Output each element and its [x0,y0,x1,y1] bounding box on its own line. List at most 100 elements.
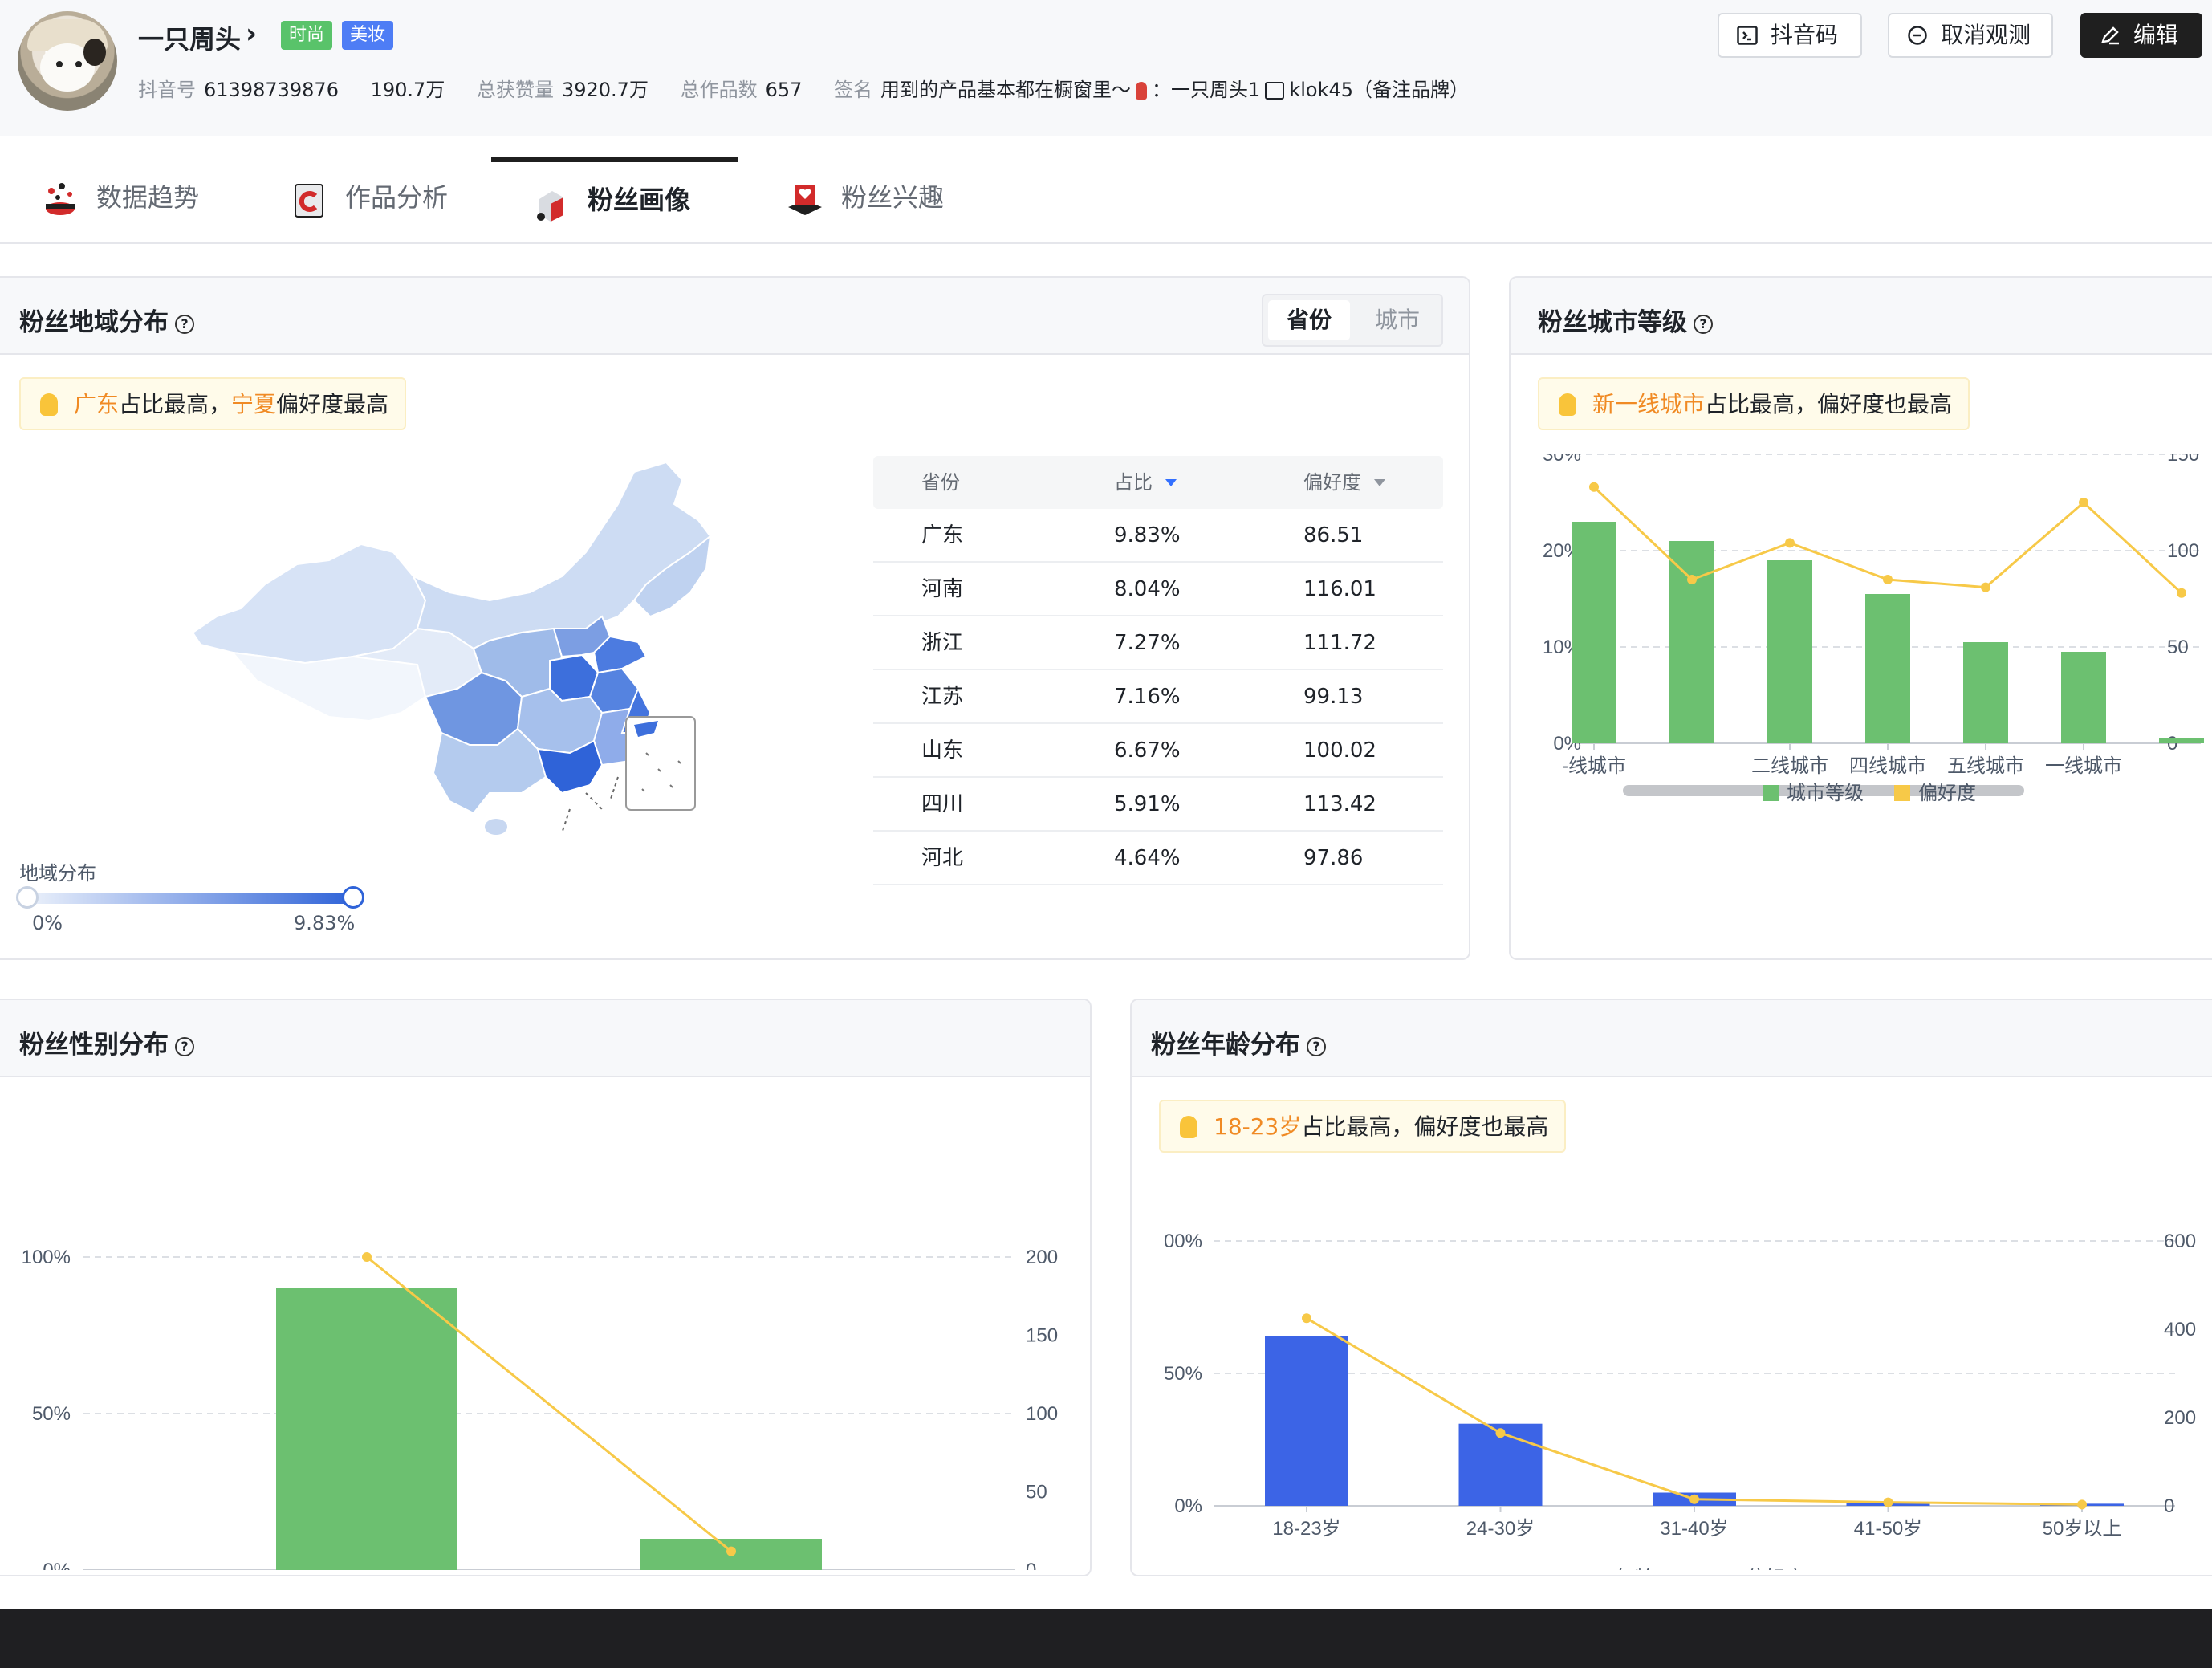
gender-chart[interactable]: 0%50%100%050100150200女男性别偏好度 [0,1088,1092,1570]
column-preference[interactable]: 偏好度 [1303,456,1385,509]
sort-desc-icon[interactable] [1165,479,1177,486]
cell-preference: 111.72 [1303,631,1376,655]
y-right-tick-label: 0 [2164,1495,2174,1517]
tab-fans-interest[interactable]: 粉丝兴趣 [745,157,1002,242]
preference-point [362,1252,372,1262]
help-icon[interactable]: ? [175,1037,194,1056]
legend-label: 偏好度 [1746,1568,1804,1570]
map-region[interactable] [485,819,507,835]
card-title-text: 粉丝年龄分布 [1151,1031,1300,1060]
table-row[interactable]: 山东 6.67% 100.02 [873,724,1443,778]
tag-fashion: 时尚 [281,21,333,50]
province-table: 省份 占比 偏好度 广东 9.83% 86.51 河南 8.04% 116.01 浙江 7.2… [873,456,1443,885]
insight-tip: 18-23岁占比最高，偏好度也最高 [1159,1100,1567,1153]
cell-preference: 99.13 [1303,685,1364,709]
segment-city[interactable]: 城市 [1356,300,1438,340]
preference-point [1302,1313,1311,1324]
preference-point [2177,588,2186,598]
age-chart[interactable]: 0% 50% 00% 0 200 400 600 18-23岁 24-30岁 31-40岁 41-5… [1132,1153,2212,1570]
preference-point [726,1546,736,1556]
tip-text: 占比最高，偏好度也最高 [1705,391,1953,417]
map-region[interactable] [411,461,712,650]
table-row[interactable]: 河北 4.64% 97.86 [873,832,1443,885]
cell-preference: 116.01 [1303,577,1376,601]
douyin-id: 61398739876 [204,79,339,101]
legend-label: 年龄 [1615,1568,1653,1570]
china-map[interactable] [185,456,714,841]
x-tick-label: 18-23岁 [1272,1518,1340,1540]
cell-preference: 100.02 [1303,738,1376,763]
table-row[interactable]: 四川 5.91% 113.42 [873,778,1443,832]
tip-text: 偏好度最高 [276,391,389,417]
legend-min-value: 0% [32,912,63,934]
y-right-tick-label: 50 [2167,637,2189,658]
segment-province[interactable]: 省份 [1268,300,1350,340]
card-header: 粉丝年龄分布? [1132,1000,2212,1077]
table-row[interactable]: 江苏 7.16% 99.13 [873,670,1443,724]
bar [1572,522,1616,743]
sort-icon[interactable] [1374,479,1385,486]
bar [1265,1336,1348,1506]
legend-label: 偏好度 [1918,783,1976,804]
profile-name[interactable]: 一只周头 [138,19,241,56]
tip-text: 占比最高， [119,391,232,417]
x-tick-label: 二线城市 [1751,755,1828,777]
douyin-qr-button[interactable]: 抖音码 [1718,13,1862,58]
preference-point [1495,1428,1506,1438]
profile-stats: 抖音号 61398739876 190.7万 总获赞量 3920.7万 总作品数 65… [138,74,1469,102]
x-tick-label: 一线城市 [2045,755,2122,777]
avatar[interactable] [18,11,117,111]
y-left-tick-label: 50% [32,1403,71,1425]
cell-province: 广东 [921,523,964,547]
edit-button[interactable]: 编辑 [2080,13,2202,58]
cell-province: 浙江 [921,631,964,655]
works-count: 657 [765,79,803,101]
help-icon[interactable]: ? [1694,315,1713,334]
tab-fans-portrait[interactable]: 粉丝画像 [491,157,738,242]
avatar-eye [56,61,63,67]
preference-point [1883,575,1893,584]
cell-share: 4.64% [1114,846,1181,870]
bar [1669,541,1714,743]
card-title-text: 粉丝性别分布 [19,1031,169,1060]
likes-label: 总获赞量 [476,79,554,101]
legend-handle-min[interactable] [16,886,39,909]
cell-province: 江苏 [921,685,964,709]
card-title: 粉丝城市等级? [1538,302,1713,338]
bar [276,1288,457,1570]
map-region[interactable] [191,543,427,665]
cell-preference: 113.42 [1303,792,1376,816]
column-share[interactable]: 占比 [1114,456,1177,509]
tab-label: 粉丝兴趣 [841,182,945,213]
help-icon[interactable]: ? [175,315,194,334]
chevron-right-icon[interactable]: › [246,18,257,50]
table-row[interactable]: 浙江 7.27% 111.72 [873,616,1443,670]
y-right-tick-label: 150 [2167,454,2199,466]
city-level-chart[interactable]: 0%10%20%30%050100150-线城市 二线城市 四线城市 五线城市 一线城市… [1511,454,2212,872]
unwatch-button[interactable]: 取消观测 [1888,13,2053,58]
tab-works-analysis[interactable]: 作品分析 [249,157,490,242]
x-tick-label: 50岁以上 [2043,1518,2122,1540]
tab-bar: 数据趋势 作品分析 粉丝画像 粉丝兴趣 [0,157,2212,244]
bar [1767,560,1812,743]
preference-point [1981,582,1990,592]
douyin-id-label: 抖音号 [138,79,196,101]
table-row[interactable]: 广东 9.83% 86.51 [873,509,1443,563]
shop-icon [1265,82,1285,100]
table-header: 省份 占比 偏好度 [873,456,1443,509]
x-tick-label: 24-30岁 [1466,1518,1535,1540]
table-row[interactable]: 河南 8.04% 116.01 [873,563,1443,616]
douyin-qr-label: 抖音码 [1771,22,1839,48]
preference-point [1785,538,1795,548]
tip-highlight: 新一线城市 [1592,391,1706,417]
y-right-tick-label: 50 [1026,1482,1047,1503]
tab-data-trend[interactable]: 数据趋势 [0,157,241,242]
legend-handle-max[interactable] [342,886,364,909]
followers-count: 190.7万 [370,79,445,101]
help-icon[interactable]: ? [1307,1037,1326,1056]
column-preference-label: 偏好度 [1303,471,1361,494]
lightbulb-icon [1180,1116,1197,1138]
y-left-tick-label: 30% [1543,454,1581,466]
card-title-text: 粉丝城市等级 [1538,308,1687,337]
preference-point [2077,1499,2087,1510]
